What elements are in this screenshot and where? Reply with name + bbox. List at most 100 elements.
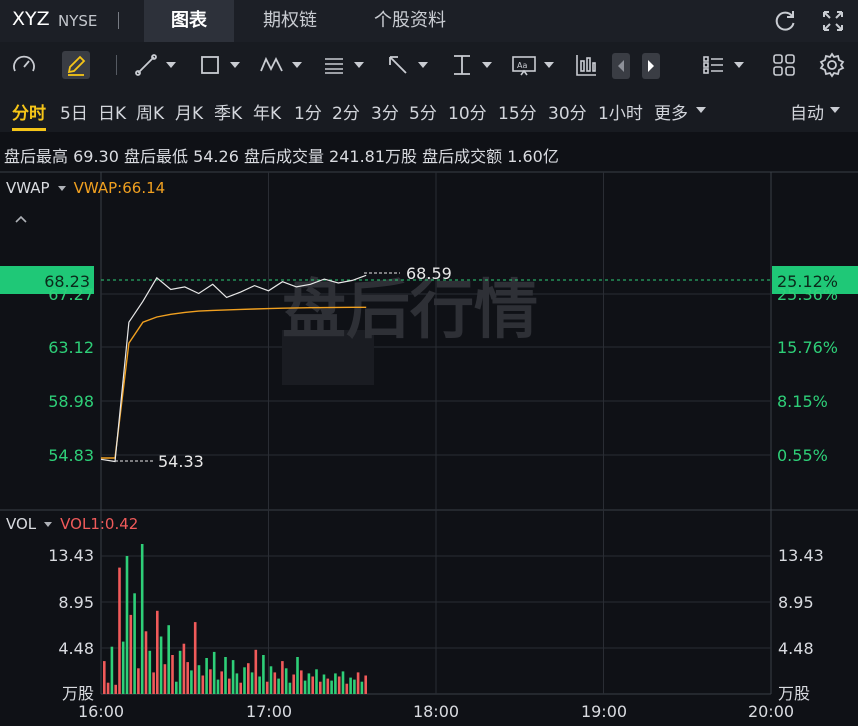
chevron-down-icon [44, 522, 53, 527]
x-label-1700: 17:00 [246, 702, 292, 721]
vol-indicator-selector[interactable]: VOL VOL1:0.42 [6, 515, 138, 533]
panel-borders [0, 171, 858, 695]
volume-bar [216, 679, 220, 694]
volume-bar [341, 671, 345, 694]
volume-bar [360, 681, 364, 694]
volume-bar [114, 684, 117, 694]
pct-label-25: 25.36% [777, 285, 838, 304]
volume-bar [190, 670, 193, 694]
volume-bar [140, 544, 144, 694]
low-marker-label: 54.33 [158, 452, 204, 471]
y-label-63: 63.12 [48, 338, 94, 357]
vol-unit-right: 万股 [778, 684, 810, 703]
volume-bar [137, 668, 140, 694]
vol-unit-left: 万股 [62, 684, 94, 703]
vol-y-label-8: 8.95 [58, 593, 94, 612]
vwap-indicator-selector[interactable]: VWAP VWAP:66.14 [6, 179, 165, 197]
x-label-1800: 18:00 [413, 702, 459, 721]
volume-bar [345, 683, 349, 694]
volume-bar [247, 663, 250, 694]
volume-bar [220, 671, 223, 694]
volume-bar [197, 665, 201, 694]
volume-bar [277, 678, 280, 694]
x-label-1900: 19:00 [581, 702, 627, 721]
y-label-58: 58.98 [48, 392, 94, 411]
volume-bar [269, 666, 273, 694]
volume-bar [205, 658, 208, 694]
volume-bar [311, 676, 314, 694]
y-label-54: 54.83 [48, 446, 94, 465]
volume-bar [224, 657, 227, 694]
volume-bar [118, 567, 121, 694]
collapse-panel-icon[interactable] [14, 210, 28, 229]
volume-bar [106, 682, 110, 694]
x-label-1600: 16:00 [78, 702, 124, 721]
vol-value-label: VOL1:0.42 [60, 515, 139, 533]
volume-bar [349, 677, 352, 694]
volume-bar [235, 673, 239, 694]
vwap-value-label: VWAP:66.14 [73, 179, 166, 197]
volume-bar [307, 673, 311, 694]
volume-bar [326, 678, 330, 694]
volume-bar [103, 661, 106, 694]
volume-bar [281, 661, 284, 694]
volume-bar [148, 650, 152, 694]
volume-bar [231, 660, 235, 694]
volume-bar [152, 672, 155, 694]
volume-bar [171, 655, 174, 694]
volume-bar [129, 614, 133, 694]
volume-bar [212, 651, 216, 694]
x-label-2000: 20:00 [748, 702, 794, 721]
volume-bar [159, 636, 163, 694]
volume-bar [353, 679, 356, 694]
vol-y-label-8-right: 8.95 [778, 593, 814, 612]
volume-bar [121, 641, 125, 694]
volume-bar [156, 610, 159, 694]
volume-bar [296, 657, 299, 694]
volume-bar [265, 681, 269, 694]
volume-bar [110, 646, 114, 694]
vol-y-label-13-right: 13.43 [778, 546, 824, 565]
grid-lines [101, 172, 771, 694]
volume-bar [228, 678, 231, 694]
pct-label-8: 8.15% [777, 392, 828, 411]
volume-bar [167, 625, 170, 694]
chart-canvas[interactable]: 盘后行情 68.59 54.33 68.23 25.12% 67.27 63.1… [0, 0, 858, 726]
volume-bar [288, 682, 292, 694]
volume-bar [258, 676, 261, 694]
volume-bar [254, 649, 258, 694]
volume-bar [178, 650, 182, 694]
volume-bar [144, 631, 148, 694]
high-marker-label: 68.59 [406, 264, 452, 283]
volume-bar [125, 556, 129, 694]
volume-bar [239, 682, 242, 694]
volume-bar [337, 676, 341, 694]
watermark-text: 盘后行情 [282, 274, 538, 348]
volume-bar [303, 680, 307, 694]
volume-bar [250, 672, 254, 694]
volume-bar [292, 674, 295, 694]
volume-bar [273, 672, 277, 694]
volume-bar [193, 622, 197, 694]
vol-indicator-name: VOL [6, 515, 37, 533]
vol-y-label-4-right: 4.48 [778, 639, 814, 658]
vwap-indicator-name: VWAP [6, 179, 50, 197]
volume-bar [209, 669, 212, 694]
volume-bar [182, 643, 186, 694]
volume-bar [364, 675, 367, 694]
volume-bar [262, 655, 265, 694]
volume-bar [284, 668, 288, 694]
y-label-67: 67.27 [48, 285, 94, 304]
volume-bar [315, 669, 318, 694]
vol-y-label-13: 13.43 [48, 546, 94, 565]
volume-bar [201, 675, 205, 694]
volume-bar [133, 593, 136, 694]
volume-bar [330, 680, 333, 694]
volume-bar [186, 662, 189, 694]
vol-y-label-4: 4.48 [58, 639, 94, 658]
volume-bar [243, 667, 246, 694]
pct-label-15: 15.76% [777, 338, 838, 357]
volume-bars [103, 544, 367, 694]
chevron-down-icon [57, 186, 66, 191]
volume-bar [300, 670, 303, 694]
